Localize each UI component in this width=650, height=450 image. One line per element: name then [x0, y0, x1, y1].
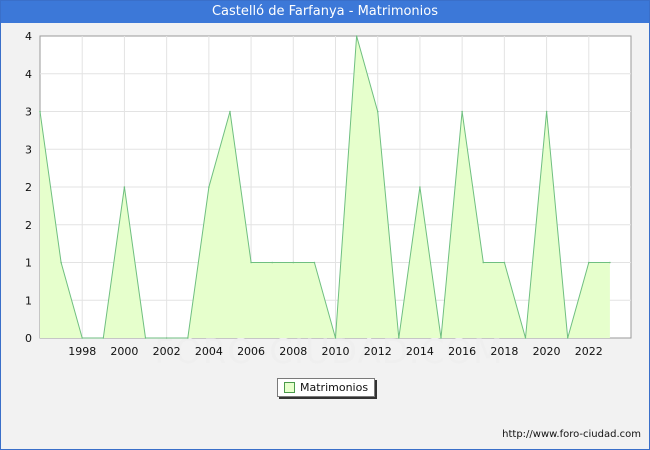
x-tick-label: 2000	[110, 345, 138, 358]
legend: Matrimonios	[277, 378, 376, 397]
data-point	[39, 110, 41, 113]
data-point	[419, 186, 421, 188]
x-tick-label: 1998	[68, 345, 96, 358]
data-point	[398, 337, 400, 339]
data-point	[334, 337, 337, 339]
data-point	[503, 261, 506, 264]
data-point	[271, 261, 274, 264]
data-point	[609, 261, 611, 264]
data-point	[524, 337, 527, 339]
data-point	[566, 337, 569, 339]
y-tick-label: 4	[25, 30, 32, 43]
data-point	[229, 110, 231, 113]
y-tick-label: 3	[25, 106, 32, 119]
x-tick-label: 2002	[153, 345, 181, 358]
data-point	[187, 337, 189, 339]
x-tick-label: 2014	[406, 345, 434, 358]
data-point	[60, 261, 62, 264]
legend-label: Matrimonios	[300, 381, 369, 394]
data-point	[292, 261, 295, 264]
data-point	[461, 110, 463, 113]
x-tick-label: 2020	[533, 345, 561, 358]
data-point	[482, 261, 485, 264]
x-tick-label: 2010	[322, 345, 350, 358]
legend-swatch	[284, 382, 295, 393]
data-point	[208, 186, 210, 188]
source-url: http://www.foro-ciudad.com	[502, 429, 641, 440]
data-point	[588, 261, 590, 264]
chart-window: Castelló de Farfanya - Matrimonios FORO-…	[0, 0, 650, 450]
data-point	[313, 261, 316, 264]
y-tick-label: 1	[25, 257, 32, 270]
x-tick-label: 2018	[490, 345, 518, 358]
y-tick-label: 3	[25, 143, 32, 156]
y-tick-label: 0	[25, 332, 32, 345]
data-point	[144, 337, 147, 339]
y-tick-label: 4	[25, 68, 32, 81]
data-point	[355, 35, 358, 37]
data-point	[123, 186, 126, 188]
data-point	[376, 110, 379, 113]
x-tick-label: 2012	[364, 345, 392, 358]
x-tick-label: 2022	[575, 345, 603, 358]
y-tick-label: 2	[25, 219, 32, 232]
x-tick-label: 2006	[237, 345, 265, 358]
data-point	[545, 110, 548, 113]
data-point	[102, 337, 105, 339]
data-point	[250, 261, 252, 264]
x-tick-label: 2004	[195, 345, 223, 358]
data-point	[81, 337, 83, 339]
y-tick-label: 1	[25, 294, 32, 307]
data-point	[440, 337, 442, 339]
x-tick-label: 2008	[279, 345, 307, 358]
y-tick-label: 2	[25, 181, 32, 194]
x-tick-label: 2016	[448, 345, 476, 358]
data-point	[165, 337, 168, 339]
